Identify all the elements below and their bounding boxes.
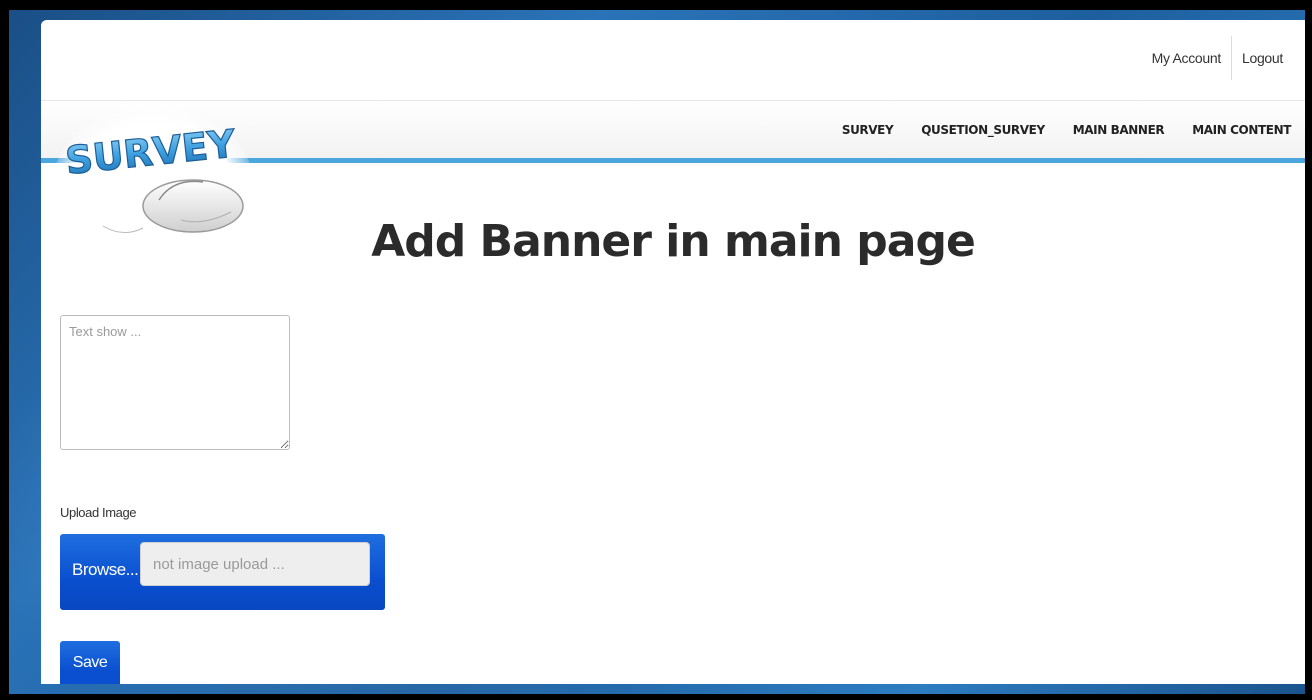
- nav-item-main-banner[interactable]: MAIN BANNER: [1059, 123, 1178, 137]
- nav-item-survey[interactable]: SURVEY: [828, 123, 907, 137]
- banner-text-field[interactable]: [60, 315, 290, 450]
- logout-link[interactable]: Logout: [1232, 38, 1293, 78]
- my-account-link[interactable]: My Account: [1142, 38, 1231, 78]
- save-button[interactable]: Save: [60, 641, 120, 684]
- file-name-input[interactable]: [140, 542, 370, 586]
- browse-button[interactable]: Browse...: [72, 560, 139, 580]
- page-title: Add Banner in main page: [371, 216, 976, 267]
- nav-menu: SURVEY QUSETION_SURVEY MAIN BANNER MAIN …: [828, 123, 1305, 137]
- account-links: My Account Logout: [1142, 36, 1293, 80]
- upload-image-label: Upload Image: [60, 505, 137, 520]
- upload-image-group: Browse...: [60, 534, 385, 610]
- nav-item-main-content[interactable]: MAIN CONTENT: [1178, 123, 1305, 137]
- top-bar: My Account Logout: [41, 20, 1305, 100]
- page: My Account Logout SURVEY QUSETION_SURVEY…: [41, 20, 1305, 684]
- screenshot-frame: My Account Logout SURVEY QUSETION_SURVEY…: [9, 10, 1305, 694]
- nav-item-question-survey[interactable]: QUSETION_SURVEY: [907, 123, 1058, 137]
- survey-logo-text: SURVEY: [63, 121, 238, 183]
